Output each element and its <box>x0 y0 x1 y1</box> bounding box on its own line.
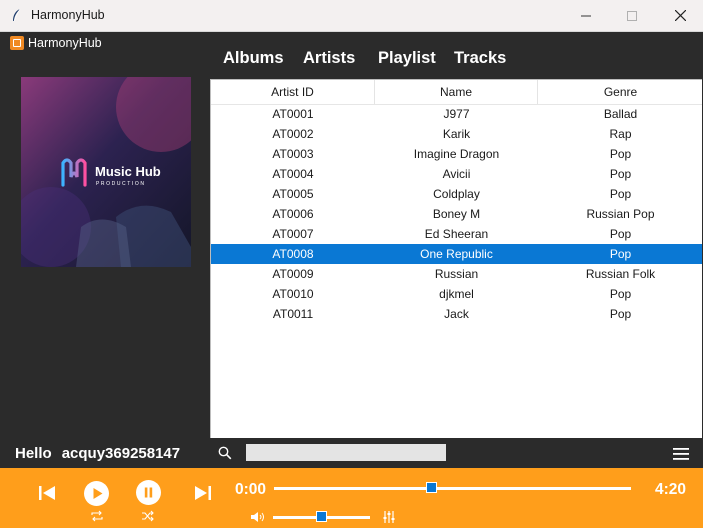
table-row[interactable]: AT0003 Imagine Dragon Pop <box>211 144 702 164</box>
table-row[interactable]: AT0004 Avicii Pop <box>211 164 702 184</box>
window-titlebar: HarmonyHub <box>0 0 703 32</box>
cell-artist-id: AT0011 <box>272 307 314 321</box>
cell-artist-id: AT0009 <box>272 267 314 281</box>
cell-name: Boney M <box>432 207 481 221</box>
current-time: 0:00 <box>235 481 267 498</box>
table-row[interactable]: AT0010 djkmel Pop <box>211 284 702 304</box>
previous-button[interactable] <box>37 483 57 503</box>
tabs-bar: Albums Artists Playlist Tracks <box>210 32 703 79</box>
close-button[interactable] <box>657 0 703 31</box>
play-button[interactable] <box>84 481 109 506</box>
cell-name: J977 <box>443 107 470 121</box>
minimize-button[interactable] <box>563 0 609 31</box>
column-header-name[interactable]: Name <box>375 80 538 104</box>
cell-genre: Russian Folk <box>585 267 656 281</box>
cell-name: Imagine Dragon <box>413 147 500 161</box>
cell-genre: Rap <box>609 127 632 141</box>
volume-icon <box>251 512 264 522</box>
play-icon <box>84 481 109 506</box>
search-icon[interactable] <box>218 446 232 465</box>
greeting-hello: Hello <box>15 445 52 462</box>
close-icon <box>674 10 686 21</box>
feather-icon <box>9 7 25 23</box>
cell-artist-id: AT0008 <box>272 247 314 261</box>
table-body: AT0001 J977 Ballad AT0002 Karik Rap AT0003 Imag… <box>211 104 702 324</box>
artists-table: Artist ID Name Genre AT0001 J977 Ballad AT0… <box>210 79 702 438</box>
tab-tracks[interactable]: Tracks <box>454 49 506 68</box>
shuffle-icon <box>142 510 154 522</box>
column-header-artist-id[interactable]: Artist ID <box>211 80 375 104</box>
cell-genre: Russian Pop <box>586 207 655 221</box>
brand: HarmonyHub <box>10 36 102 50</box>
sidebar: HarmonyHub Music Hub PRODUCTION <box>0 32 210 436</box>
cell-genre: Pop <box>609 247 632 261</box>
shuffle-button[interactable] <box>141 510 155 522</box>
total-time: 4:20 <box>655 481 687 498</box>
cell-name: djkmel <box>439 287 474 301</box>
tab-artists[interactable]: Artists <box>303 49 355 68</box>
minimize-icon <box>581 15 591 16</box>
equalizer-icon <box>383 511 395 523</box>
tab-playlist[interactable]: Playlist <box>378 49 436 68</box>
cell-artist-id: AT0002 <box>272 127 314 141</box>
cell-artist-id: AT0006 <box>272 207 314 221</box>
album-art-text-sub: PRODUCTION <box>96 181 146 187</box>
pause-button[interactable] <box>136 480 161 505</box>
cell-genre: Pop <box>609 167 632 181</box>
hamburger-menu-icon[interactable] <box>673 447 689 465</box>
equalizer-button[interactable] <box>382 510 396 524</box>
cell-artist-id: AT0003 <box>272 147 314 161</box>
greeting-username: acquy369258147 <box>61 445 181 462</box>
cell-genre: Pop <box>609 187 632 201</box>
skip-previous-icon <box>39 486 55 500</box>
cell-name: Avicii <box>442 167 471 181</box>
volume-button[interactable] <box>250 511 266 523</box>
maximize-button[interactable] <box>609 0 655 31</box>
cell-genre: Ballad <box>603 107 638 121</box>
table-row[interactable]: AT0005 Coldplay Pop <box>211 184 702 204</box>
greeting: Hello acquy369258147 <box>15 445 190 462</box>
table-header: Artist ID Name Genre <box>211 80 702 105</box>
cell-genre: Pop <box>609 307 632 321</box>
skip-next-icon <box>195 486 211 500</box>
tab-albums[interactable]: Albums <box>223 49 284 68</box>
repeat-icon <box>91 510 103 522</box>
cell-name: Ed Sheeran <box>424 227 489 241</box>
pause-icon <box>136 480 161 505</box>
cell-artist-id: AT0005 <box>272 187 314 201</box>
cell-genre: Pop <box>609 147 632 161</box>
table-row[interactable]: AT0002 Karik Rap <box>211 124 702 144</box>
column-header-genre[interactable]: Genre <box>538 80 703 104</box>
maximize-icon <box>627 10 637 21</box>
table-row[interactable]: AT0009 Russian Russian Folk <box>211 264 702 284</box>
cell-name: One Republic <box>420 247 493 261</box>
cell-genre: Pop <box>609 227 632 241</box>
brand-label: HarmonyHub <box>28 36 102 50</box>
table-row[interactable]: AT0006 Boney M Russian Pop <box>211 204 702 224</box>
table-row[interactable]: AT0011 Jack Pop <box>211 304 702 324</box>
table-row[interactable]: AT0007 Ed Sheeran Pop <box>211 224 702 244</box>
window-title: HarmonyHub <box>31 8 105 22</box>
progress-track[interactable] <box>274 487 631 490</box>
cell-artist-id: AT0004 <box>272 167 314 181</box>
player-bar: 0:00 4:20 <box>0 468 703 528</box>
search-input[interactable] <box>246 444 446 461</box>
cell-genre: Pop <box>609 287 632 301</box>
album-art: Music Hub PRODUCTION <box>21 77 191 267</box>
cell-name: Coldplay <box>433 187 480 201</box>
progress-thumb[interactable] <box>425 482 437 493</box>
table-row[interactable]: AT0001 J977 Ballad <box>211 104 702 124</box>
cell-name: Jack <box>444 307 469 321</box>
table-row[interactable]: AT0008 One Republic Pop <box>211 244 702 264</box>
album-art-text-main: Music Hub <box>95 164 161 179</box>
cell-name: Karik <box>442 127 471 141</box>
next-button[interactable] <box>193 483 213 503</box>
app-logo-icon <box>10 36 24 50</box>
cell-artist-id: AT0007 <box>272 227 314 241</box>
cell-artist-id: AT0010 <box>272 287 314 301</box>
cell-name: Russian <box>434 267 479 281</box>
volume-thumb[interactable] <box>316 511 327 522</box>
repeat-button[interactable] <box>90 510 104 522</box>
cell-artist-id: AT0001 <box>272 107 314 121</box>
